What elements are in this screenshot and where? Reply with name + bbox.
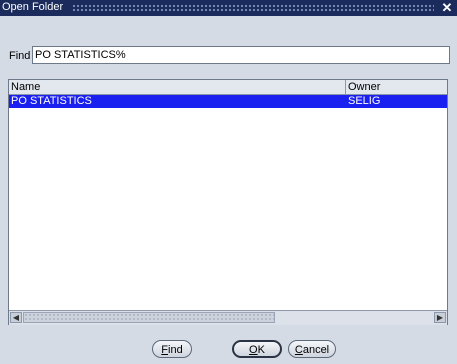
column-header-name[interactable]: Name <box>11 81 40 93</box>
window-title: Open Folder <box>2 1 64 13</box>
horizontal-scrollbar[interactable]: ◀ ▶ <box>9 310 447 325</box>
find-button-label: ind <box>168 344 183 356</box>
find-input[interactable] <box>32 46 450 64</box>
cancel-button-label: ancel <box>302 344 330 356</box>
title-bar[interactable]: Open Folder ✕ <box>0 0 457 16</box>
ok-button-label: K <box>257 344 265 356</box>
title-grip-pattern <box>72 4 434 12</box>
cancel-button[interactable]: Cancel <box>288 340 336 358</box>
find-label: Find <box>9 50 31 62</box>
folder-list[interactable]: Name Owner PO STATISTICS SELIG ◀ ▶ <box>8 79 448 325</box>
cell-folder-owner: SELIG <box>348 95 381 107</box>
scroll-left-icon[interactable]: ◀ <box>10 312 22 323</box>
cell-folder-name: PO STATISTICS <box>11 95 92 107</box>
close-icon[interactable]: ✕ <box>440 0 454 16</box>
ok-button[interactable]: OK <box>232 340 282 358</box>
find-button[interactable]: Find <box>152 340 192 358</box>
table-row[interactable]: PO STATISTICS SELIG <box>9 95 447 108</box>
find-button-mnemonic: F <box>161 344 169 356</box>
column-header-owner[interactable]: Owner <box>348 81 380 93</box>
ok-button-mnemonic: O <box>249 344 258 356</box>
cancel-button-mnemonic: C <box>294 344 303 356</box>
scrollbar-thumb[interactable] <box>23 312 275 323</box>
column-separator[interactable] <box>345 80 346 94</box>
scroll-right-icon[interactable]: ▶ <box>434 312 446 323</box>
open-folder-dialog: Open Folder ✕ Find Name Owner PO STATIST… <box>0 0 457 364</box>
grid-header: Name Owner <box>9 80 447 95</box>
